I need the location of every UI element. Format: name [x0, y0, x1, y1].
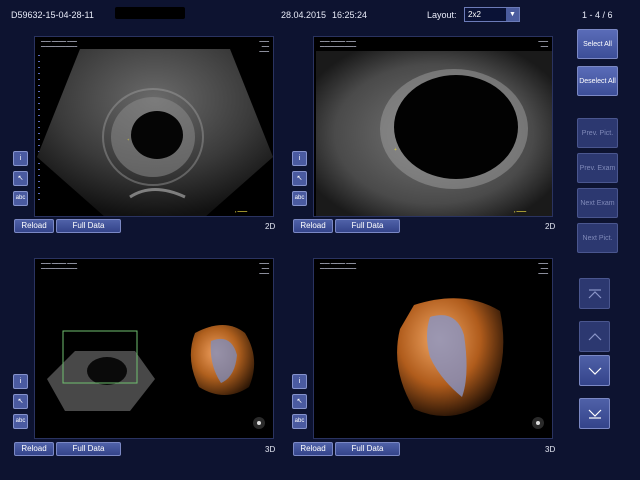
text-annotation-icon[interactable]: abc: [13, 191, 28, 206]
scroll-bottom-icon: [588, 409, 601, 419]
text-annotation-icon[interactable]: abc: [13, 414, 28, 429]
layout-value: 2x2: [468, 10, 481, 19]
scroll-down-button[interactable]: [579, 355, 610, 386]
pointer-arrow-icon[interactable]: ↖: [13, 171, 28, 186]
mode-label: 3D: [265, 445, 276, 454]
reload-button[interactable]: Reload: [293, 442, 333, 456]
mode-label: 2D: [265, 222, 276, 231]
full-data-button[interactable]: Full Data: [335, 219, 400, 233]
prev-pict-button[interactable]: Prev. Pict.: [577, 118, 618, 148]
layout-label: Layout:: [427, 10, 457, 20]
next-exam-button[interactable]: Next Exam: [577, 188, 618, 218]
reload-button[interactable]: Reload: [293, 219, 333, 233]
full-data-button[interactable]: Full Data: [56, 219, 121, 233]
top-bar: D59632-15-04-28-11 28.04.2015 16:25:24 L…: [0, 0, 640, 30]
pointer-arrow-icon[interactable]: ↖: [292, 394, 307, 409]
pointer-arrow-icon[interactable]: ↖: [292, 171, 307, 186]
full-data-button[interactable]: Full Data: [56, 442, 121, 456]
next-pict-button[interactable]: Next Pict.: [577, 223, 618, 253]
scroll-up-button[interactable]: [579, 321, 610, 352]
ultrasound-image-2d: + ▪ ━━━━: [316, 51, 552, 216]
text-annotation-icon[interactable]: abc: [292, 191, 307, 206]
ultrasound-image-2d: + ▪ ━━━━: [37, 49, 273, 216]
image-pane-2[interactable]: ━━━━ ━━━━━━ ━━━━━━━━━━━━━━━━━━━ ━━━━━━━━…: [313, 36, 553, 217]
chevron-up-icon: [588, 332, 601, 340]
image-pane-3[interactable]: ━━━━ ━━━━━━ ━━━━ ━━━━━━━━━━━━━━━ ━━━━ ━━━ ━…: [34, 258, 274, 439]
svg-text:▪ ━━━━: ▪ ━━━━: [514, 209, 527, 214]
chevron-down-icon: [588, 367, 601, 375]
ultrasound-image-3d: [47, 325, 265, 429]
exam-time: 16:25:24: [332, 10, 368, 20]
ultrasound-image-3d: [397, 298, 544, 429]
mode-label: 2D: [545, 222, 556, 231]
deselect-all-button[interactable]: Deselect All: [577, 66, 618, 96]
reload-button[interactable]: Reload: [14, 442, 54, 456]
patient-id: D59632-15-04-28-11: [11, 10, 94, 20]
svg-text:+: +: [394, 147, 397, 153]
prev-exam-button[interactable]: Prev. Exam: [577, 153, 618, 183]
chevron-down-icon[interactable]: ▼: [506, 8, 519, 21]
scroll-bottom-button[interactable]: [579, 398, 610, 429]
redacted-patient-name: [115, 7, 185, 19]
select-all-button[interactable]: Select All: [577, 29, 618, 59]
info-icon[interactable]: i: [292, 374, 307, 389]
exam-date: 28.04.2015: [281, 10, 327, 20]
image-pane-1[interactable]: ━━━━ ━━━━━━ ━━━━ ━━━━━━━━━━━━━━━ ━━━━ ━━━ ━…: [34, 36, 274, 217]
scroll-top-button[interactable]: [579, 278, 610, 309]
full-data-button[interactable]: Full Data: [335, 442, 400, 456]
svg-text:▪ ━━━━: ▪ ━━━━: [235, 209, 248, 214]
scroll-top-icon: [588, 288, 601, 298]
text-annotation-icon[interactable]: abc: [292, 414, 307, 429]
layout-select[interactable]: 2x2 ▼: [464, 7, 520, 22]
info-icon[interactable]: i: [292, 151, 307, 166]
image-pane-4[interactable]: ━━━━ ━━━━━━ ━━━━ ━━━━━━━━━━━━━━━ ━━━━ ━━━ ━…: [313, 258, 553, 439]
pointer-arrow-icon[interactable]: ↖: [13, 394, 28, 409]
reload-button[interactable]: Reload: [14, 219, 54, 233]
page-count: 1 - 4 / 6: [582, 10, 613, 20]
info-icon[interactable]: i: [13, 151, 28, 166]
info-icon[interactable]: i: [13, 374, 28, 389]
mode-label: 3D: [545, 445, 556, 454]
